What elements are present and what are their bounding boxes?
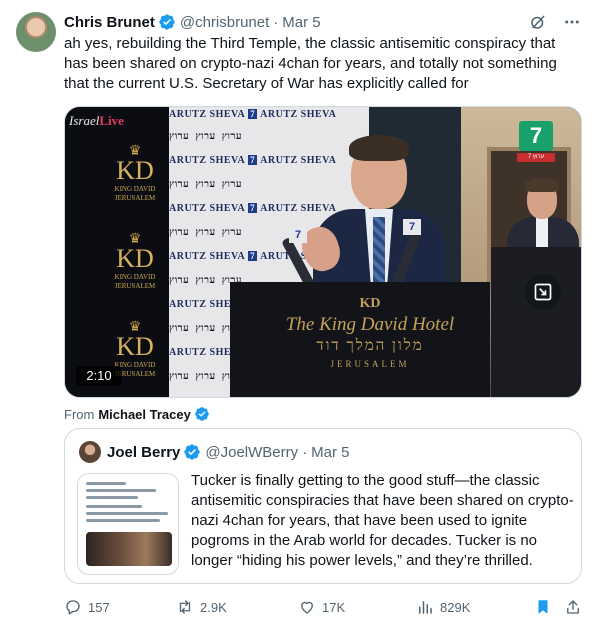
reply-count: 157 (88, 599, 110, 615)
quoted-tweet[interactable]: Joel Berry @JoelWBerry · Mar 5 Tucker is… (64, 428, 582, 584)
podium-hotel-name: The King David Hotel (285, 314, 455, 335)
from-label: From (64, 406, 95, 422)
from-user-link[interactable]: Michael Tracey (98, 407, 191, 422)
author-name[interactable]: Chris Brunet (64, 14, 155, 31)
podium-logo: KD (359, 296, 381, 311)
channel-badge: 7 (519, 121, 553, 151)
share-button[interactable] (564, 598, 582, 616)
like-count: 17K (322, 599, 346, 615)
podium-hebrew: מלון המלך דוד (316, 338, 424, 354)
verified-badge-icon (184, 444, 201, 460)
expand-video-button[interactable] (525, 274, 561, 310)
bookmark-icon (538, 600, 548, 614)
quote-author-name[interactable]: Joel Berry (107, 444, 180, 461)
quote-author-handle[interactable]: @JoelWBerry (205, 444, 298, 461)
repost-button[interactable]: 2.9K (176, 598, 227, 616)
like-button[interactable]: 17K (298, 598, 345, 616)
verified-badge-icon (195, 407, 209, 421)
podium-city: JERUSALEM (330, 359, 410, 369)
quote-date[interactable]: Mar 5 (311, 444, 349, 461)
quote-text: Tucker is finally getting to the good st… (191, 472, 574, 569)
from-attribution: From Michael Tracey (64, 406, 210, 422)
share-icon (567, 600, 579, 614)
action-bar: 157 2.9K 17K 829K (64, 596, 584, 618)
reply-button[interactable]: 157 (64, 598, 110, 616)
reply-icon (66, 600, 80, 615)
podium: KD The King David Hotel מלון המלך דוד JE… (230, 282, 490, 397)
author-avatar[interactable] (16, 12, 56, 52)
repost-count: 2.9K (200, 599, 227, 615)
side-lectern (491, 247, 581, 397)
separator: · (273, 13, 279, 31)
tweet-header: Chris Brunet @chrisbrunet · Mar 5 (64, 11, 582, 33)
quote-author-avatar[interactable] (79, 441, 101, 463)
kd-logo: ♛ KD KING DAVID JERUSALEM (114, 230, 156, 290)
expand-icon (534, 283, 552, 301)
author-handle[interactable]: @chrisbrunet (180, 14, 269, 31)
kd-logo: ♛ KD KING DAVID JERUSALEM (114, 142, 156, 202)
quote-media-thumbnail[interactable] (77, 473, 179, 575)
quote-header: Joel Berry @JoelWBerry · Mar 5 (107, 442, 349, 462)
like-icon (301, 601, 313, 614)
channel-badge-sub: ערוץ 7 (517, 153, 555, 162)
bookmark-button[interactable] (534, 598, 552, 616)
more-icon[interactable] (562, 12, 582, 32)
view-count: 829K (440, 599, 471, 615)
tweet-text: ah yes, rebuilding the Third Temple, the… (64, 35, 557, 92)
views-button[interactable]: 829K (416, 598, 470, 616)
video-duration: 2:10 (76, 366, 122, 386)
grok-icon[interactable] (528, 12, 548, 32)
verified-badge-icon (159, 14, 175, 30)
tweet-date[interactable]: Mar 5 (282, 14, 320, 31)
video-player[interactable]: IsraelLive ♛ KD KING DAVID JERUSALEM ♛ K… (64, 106, 582, 398)
mic-flag: 7 (289, 227, 307, 243)
separator: · (302, 443, 308, 461)
mic-flag: 7 (403, 219, 421, 235)
views-icon (419, 601, 432, 614)
repost-icon (179, 600, 191, 614)
kd-logo-column: ♛ KD KING DAVID JERUSALEM ♛ KD KING DAVI… (99, 107, 179, 397)
